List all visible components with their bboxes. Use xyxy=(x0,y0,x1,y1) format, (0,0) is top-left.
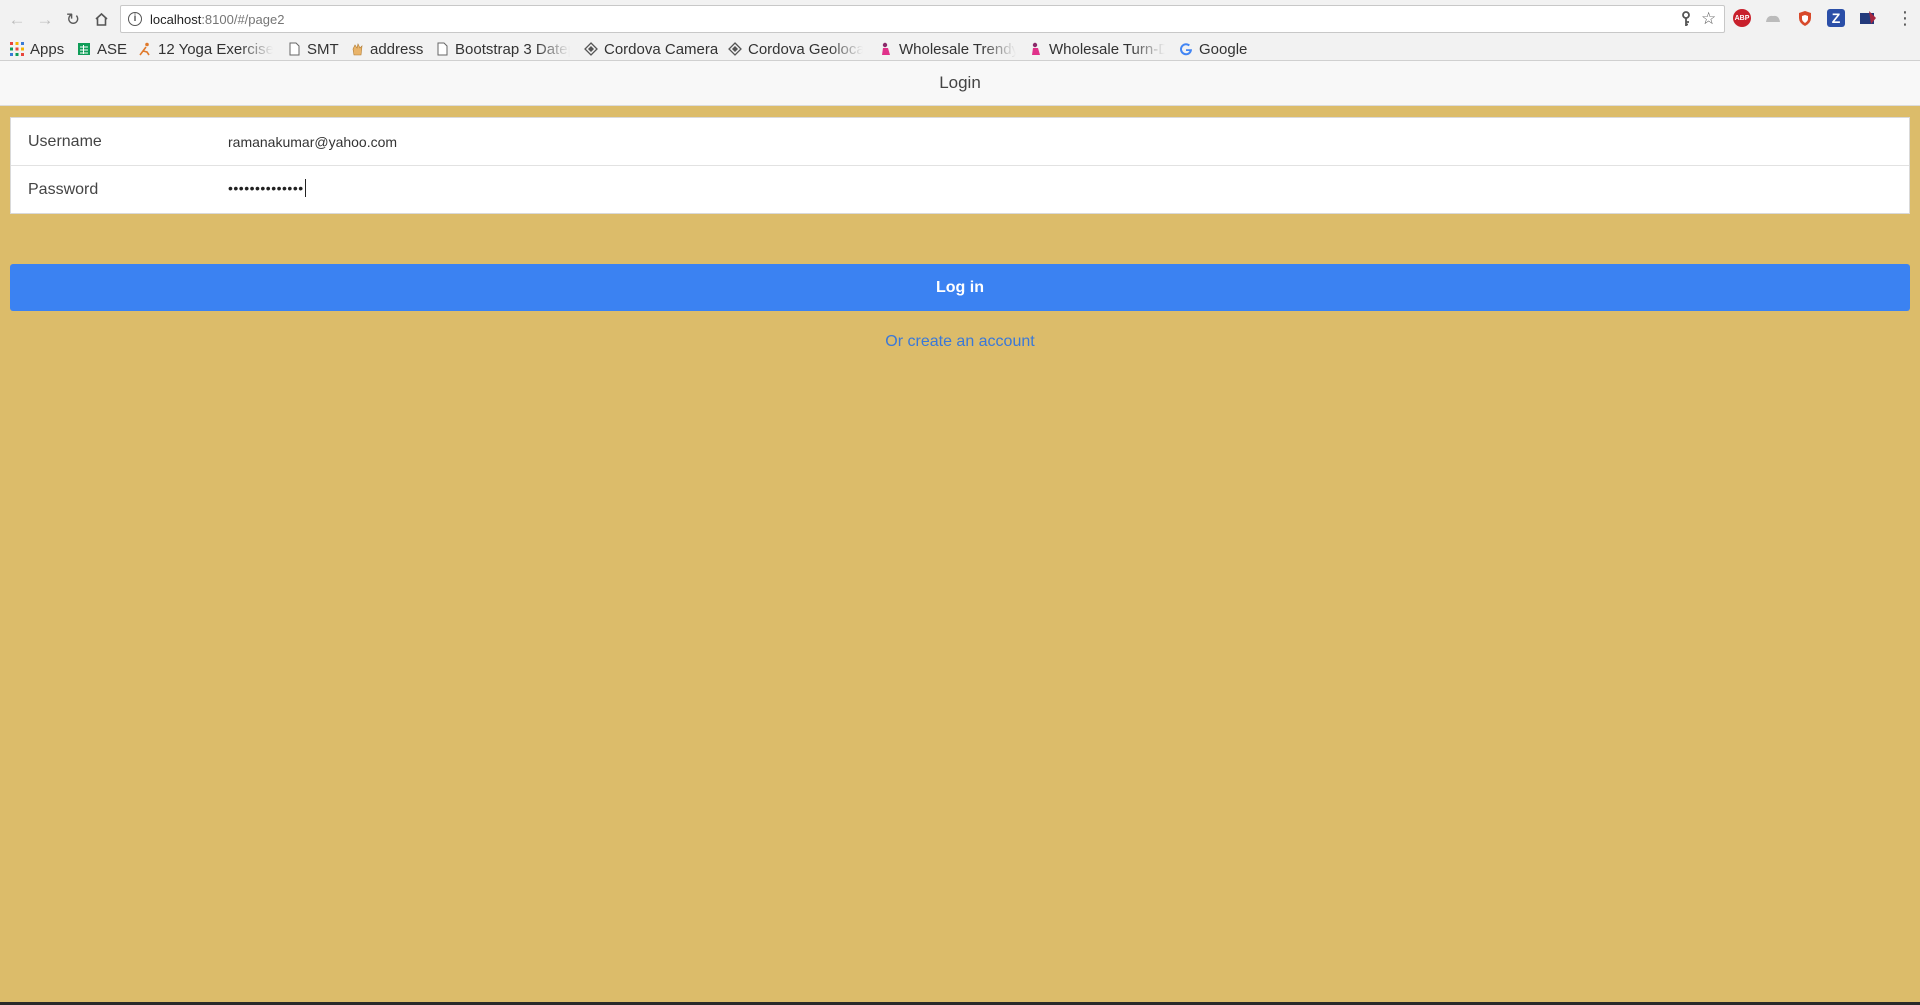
bookmark-label: 12 Yoga Exercises xyxy=(158,40,273,58)
bookmark-google[interactable]: Google xyxy=(1179,37,1247,61)
bookmark-label: Cordova Camera xyxy=(604,40,719,58)
bookmark-label: Google xyxy=(1199,40,1248,58)
password-row: Password •••••••••••••• xyxy=(11,166,1909,214)
text-cursor xyxy=(304,179,306,197)
site-info-icon[interactable]: i xyxy=(128,12,142,26)
page-title: Login xyxy=(939,73,981,92)
password-input[interactable]: •••••••••••••• xyxy=(228,179,306,197)
z-extension-icon[interactable]: Z xyxy=(1827,9,1845,27)
shield-extension-icon[interactable] xyxy=(1796,9,1814,27)
browser-menu-icon[interactable]: ⋮ xyxy=(1896,9,1914,29)
browser-toolbar: ← → ↻ i localhost:8100/#/page2 ☆ ABP Z ⋮ xyxy=(0,0,1920,37)
page-icon xyxy=(435,42,449,56)
bookmark-yoga[interactable]: 12 Yoga Exercises xyxy=(138,37,273,61)
cordova-icon xyxy=(584,42,598,56)
star-bookmark-icon[interactable]: ☆ xyxy=(1701,9,1716,29)
bookmark-label: SMT xyxy=(307,40,339,58)
password-label: Password xyxy=(28,181,99,198)
bookmark-label: Wholesale Trendy xyxy=(899,40,1016,58)
bookmark-wholesale-trendy[interactable]: Wholesale Trendy xyxy=(879,37,1016,61)
bookmark-label: Wholesale Turn-D xyxy=(1049,40,1165,58)
page-icon xyxy=(287,42,301,56)
bookmark-address[interactable]: address xyxy=(350,37,423,61)
back-arrow-icon[interactable]: ← xyxy=(6,8,28,30)
browser-chrome: ← → ↻ i localhost:8100/#/page2 ☆ ABP Z ⋮ xyxy=(0,0,1920,61)
bookmark-smt[interactable]: SMT xyxy=(287,37,339,61)
bookmark-cordova-geolocation[interactable]: Cordova Geoloca xyxy=(728,37,863,61)
bookmark-wholesale-turn[interactable]: Wholesale Turn-D xyxy=(1029,37,1165,61)
password-mask: •••••••••••••• xyxy=(228,180,304,196)
bookmark-label: Cordova Geoloca xyxy=(748,40,863,58)
screenshot-extension-icon[interactable] xyxy=(1859,9,1877,27)
adblock-extension-icon[interactable]: ABP xyxy=(1733,9,1751,27)
bookmark-ase[interactable]: ASE xyxy=(77,37,127,61)
bookmark-label: Bootstrap 3 Datep xyxy=(455,40,570,58)
adblock-label: ABP xyxy=(1734,14,1750,22)
login-button[interactable]: Log in xyxy=(10,264,1910,311)
google-icon xyxy=(1179,42,1193,56)
shop-icon xyxy=(1029,42,1043,56)
username-row: Username xyxy=(11,118,1909,166)
yoga-icon xyxy=(138,42,152,56)
key-icon[interactable] xyxy=(1681,11,1691,31)
bookmark-label: Apps xyxy=(30,40,65,58)
apps-grid-icon xyxy=(10,42,24,56)
bookmark-cordova-camera[interactable]: Cordova Camera xyxy=(584,37,718,61)
cordova-icon xyxy=(728,42,742,56)
bookmark-apps[interactable]: Apps xyxy=(10,37,64,61)
sheets-icon xyxy=(77,42,91,56)
username-label: Username xyxy=(28,133,102,150)
reload-icon[interactable]: ↻ xyxy=(62,8,84,30)
username-input[interactable] xyxy=(228,130,1888,154)
create-account-link[interactable]: Or create an account xyxy=(885,333,1034,350)
bookmark-label: address xyxy=(370,40,424,58)
home-icon[interactable] xyxy=(90,8,112,30)
hand-icon xyxy=(350,42,364,56)
bookmark-label: ASE xyxy=(97,40,128,58)
app-header: Login xyxy=(0,61,1920,106)
cloud-extension-icon[interactable] xyxy=(1764,9,1782,27)
url-text[interactable]: localhost:8100/#/page2 xyxy=(150,12,284,27)
forward-arrow-icon[interactable]: → xyxy=(34,8,56,30)
z-extension-label: Z xyxy=(1831,10,1841,26)
bookmark-bootstrap[interactable]: Bootstrap 3 Datep xyxy=(435,37,570,61)
address-bar[interactable]: i localhost:8100/#/page2 ☆ xyxy=(120,5,1725,33)
login-form: Username Password •••••••••••••• xyxy=(10,117,1910,214)
bookmarks-bar: Apps ASE 12 Yoga Exercises SMT address B… xyxy=(0,37,1920,61)
shop-icon xyxy=(879,42,893,56)
create-account-row: Or create an account xyxy=(0,333,1920,351)
